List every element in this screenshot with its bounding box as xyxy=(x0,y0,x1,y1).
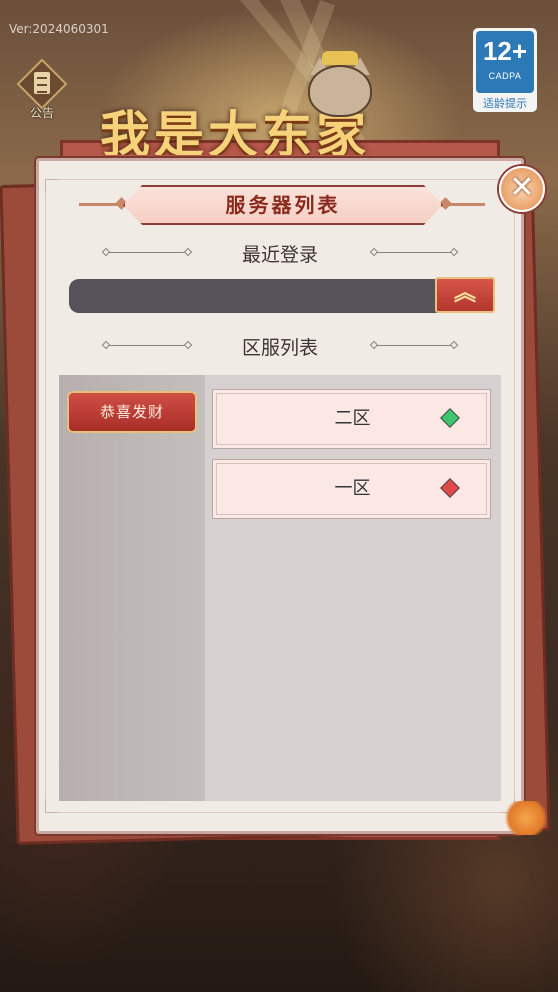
frame-corner xyxy=(45,179,59,193)
server-list-area: 恭喜发财 二区 一区 xyxy=(59,375,501,801)
server-item[interactable]: 一区 xyxy=(212,459,491,519)
close-button[interactable]: ✕ xyxy=(499,166,545,212)
age-rating-number: 12+ xyxy=(482,36,528,66)
section-divider xyxy=(373,252,453,253)
notice-button[interactable]: 公告 xyxy=(14,58,70,124)
server-item[interactable]: 二区 xyxy=(212,389,491,449)
age-rating-box: 12+ CADPA xyxy=(476,31,534,93)
age-rating-tip: 适龄提示 xyxy=(483,97,527,110)
cat-mascot-icon xyxy=(300,51,380,125)
server-list-dialog: 服务器列表 ✕ 最近登录 ︽ 区服列表 恭喜发财 二区 一区 xyxy=(36,158,549,835)
server-column[interactable]: 二区 一区 xyxy=(205,375,501,801)
age-rating-badge[interactable]: 12+ CADPA 适龄提示 xyxy=(473,28,537,112)
recent-server-bar[interactable] xyxy=(69,279,495,313)
close-x-icon: ✕ xyxy=(509,170,535,205)
game-logo: 我是大东家 xyxy=(100,105,370,155)
age-rating-org: CADPA xyxy=(488,71,522,81)
frame-corner xyxy=(45,799,59,813)
version-text: Ver:2024060301 xyxy=(9,22,109,36)
category-column[interactable]: 恭喜发财 xyxy=(59,375,205,801)
notice-scroll-icon xyxy=(34,72,50,94)
lotus-ornament-icon xyxy=(503,801,549,835)
double-chevron-up-icon: ︽ xyxy=(453,281,476,306)
collapse-button[interactable]: ︽ xyxy=(435,277,495,313)
server-list-heading: 区服列表 xyxy=(241,337,318,359)
notice-label: 公告 xyxy=(29,106,54,120)
recent-login-heading: 最近登录 xyxy=(241,244,318,266)
dialog-title: 服务器列表 xyxy=(225,193,341,217)
category-tab-gongxifacai[interactable]: 恭喜发财 xyxy=(67,391,197,433)
section-divider xyxy=(373,345,453,346)
